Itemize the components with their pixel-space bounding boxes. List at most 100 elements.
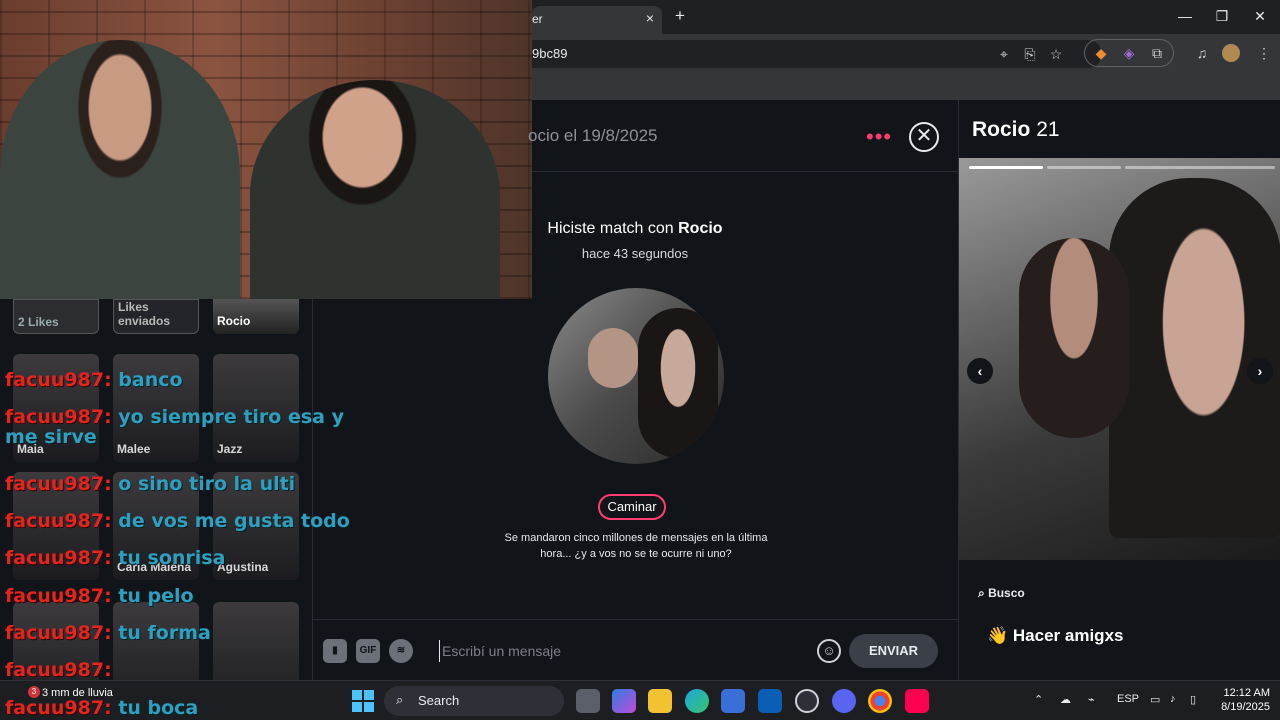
new-tab-button[interactable]: + [670,6,690,26]
steam-icon[interactable] [795,689,819,713]
task-view-icon[interactable] [576,689,600,713]
chat-username: facuu987: [5,369,112,391]
address-bar[interactable]: 9bc89 ⌖ ⎘ ☆ [532,40,1102,68]
chat-message: tu pelo [118,585,194,607]
looking-for-value: 👋 Hacer amigxs [987,626,1123,646]
chat-line: facuu987: tu pelo [5,586,365,606]
more-options-icon[interactable]: ••• [866,124,892,150]
emoji-icon[interactable]: ☺ [817,639,841,663]
profile-age: 21 [1036,118,1060,141]
chat-line: facuu987: tu boca [5,698,365,718]
chat-line: facuu987: [5,660,365,680]
chat-message: banco [118,369,183,391]
edge-icon[interactable] [685,689,709,713]
prompt-chip[interactable]: Caminar [598,494,666,520]
contact-card-icon[interactable]: ▮ [323,639,347,663]
chat-message: tu boca [118,697,199,719]
match-title-name: Rocio [678,220,723,237]
looking-for-label-text: Busco [988,586,1025,600]
chat-username: facuu987: [5,697,112,719]
likes-card[interactable]: 2 Likes [13,299,99,334]
minimize-button[interactable]: — [1175,6,1195,26]
url-text: 9bc89 [532,46,568,61]
chat-username: facuu987: [5,622,112,644]
match-card-rocio[interactable]: Rocio [213,299,299,334]
avatar-child-face [588,328,638,388]
chat-line: facuu987: tu forma [5,623,365,643]
clock-time: 12:12 AM [1223,687,1270,699]
browser-subbar [532,72,1280,100]
discord-icon[interactable] [832,689,856,713]
photo-progress-bar [1047,166,1121,169]
install-app-icon[interactable]: ⎘ [1020,44,1040,64]
taskbar-search[interactable]: ⌕ Search [384,686,564,716]
photo-progress-bar [1125,166,1275,169]
next-photo-button[interactable]: › [1247,358,1273,384]
chrome-icon[interactable] [868,689,892,713]
spotify-icon[interactable]: ≋ [389,639,413,663]
close-conversation-button[interactable]: ✕ [909,122,939,152]
tab-close-icon[interactable]: × [642,10,658,26]
chat-message: tu forma [118,622,211,644]
likes-sent-card[interactable]: Likes enviados [113,299,199,334]
send-button[interactable]: ENVIAR [849,634,938,668]
browser-toolbar: 9bc89 ⌖ ⎘ ☆ ◆ ◈ ⧉ ♫ ⋮ [532,34,1280,72]
store-icon[interactable] [721,689,745,713]
onedrive-icon[interactable]: ☁ [1060,693,1071,706]
match-title-prefix: Hiciste match con [547,220,679,237]
profile-panel: Rocio 21 ‹ › ⌕ Busco 👋 Hacer amigxs [958,100,1280,680]
language-indicator[interactable]: ESP [1117,693,1139,705]
message-input[interactable] [439,640,799,662]
profile-name: Rocio [972,118,1031,141]
browser-tab-bar: er × + — ❐ ✕ [532,0,1280,34]
chat-username: facuu987: [5,659,112,681]
search-icon: ⌕ [396,692,404,707]
message-composer: ▮ GIF ≋ ☺ ENVIAR [313,619,958,680]
chat-username: facuu987: [5,547,112,569]
media-control-icon[interactable]: ♫ [1192,43,1212,63]
copilot-icon[interactable] [612,689,636,713]
file-explorer-icon[interactable] [648,689,672,713]
gif-button[interactable]: GIF [356,639,380,663]
volume-icon[interactable]: ♪ [1170,693,1176,705]
chat-message: de vos me gusta todo [118,510,350,532]
chat-message: o sino tiro la ulti [118,473,296,495]
likes-card-label: 2 Likes [18,315,59,329]
extension-fox-icon[interactable]: ◆ [1091,43,1111,63]
tiktok-icon[interactable] [905,689,929,713]
looking-for-label: ⌕ Busco [978,586,1025,601]
browser-tab[interactable]: er × [532,6,662,34]
network-tray-icon[interactable]: ⌁ [1088,693,1095,706]
chat-line: facuu987: banco [5,370,365,390]
profile-name-age: Rocio 21 [972,118,1060,142]
extensions-group: ◆ ◈ ⧉ [1084,39,1174,67]
chat-username: facuu987: [5,473,112,495]
photo-child [1019,238,1129,438]
chat-message: tu sonrisa [118,547,226,569]
match-time: hace 43 segundos [581,246,689,261]
prev-photo-button[interactable]: ‹ [967,358,993,384]
chat-line: facuu987: yo siempre tiro esa y me sirve [5,407,365,447]
menu-kebab-icon[interactable]: ⋮ [1254,43,1274,63]
taskbar-clock[interactable]: 12:12 AM 8/19/2025 [1210,686,1270,714]
battery-icon[interactable]: ▯ [1190,693,1196,706]
tab-title: er [532,12,543,26]
wifi-icon[interactable]: ▭ [1150,693,1160,706]
defender-icon[interactable] [758,689,782,713]
profile-avatar-icon[interactable] [1222,44,1240,62]
avatar-face [638,308,718,458]
clock-date: 8/19/2025 [1221,701,1270,713]
match-intro: Hiciste match con Rocio hace 43 segundos… [505,100,768,680]
chat-line: facuu987: o sino tiro la ulti [5,474,365,494]
tray-overflow-icon[interactable]: ⌃ [1034,693,1043,706]
extensions-puzzle-icon[interactable]: ⧉ [1147,43,1167,63]
restore-button[interactable]: ❐ [1212,6,1232,26]
location-icon[interactable]: ⌖ [994,44,1014,64]
close-window-button[interactable]: ✕ [1250,6,1270,26]
bookmark-star-icon[interactable]: ☆ [1046,44,1066,64]
chat-line: facuu987: de vos me gusta todo [5,511,365,531]
chat-username: facuu987: [5,406,112,428]
profile-photo[interactable]: ‹ › [959,158,1280,560]
screen: er × + — ❐ ✕ 9bc89 ⌖ ⎘ ☆ ◆ ◈ ⧉ ♫ ⋮ 2 Lik… [0,0,1280,720]
extension-purple-icon[interactable]: ◈ [1119,43,1139,63]
